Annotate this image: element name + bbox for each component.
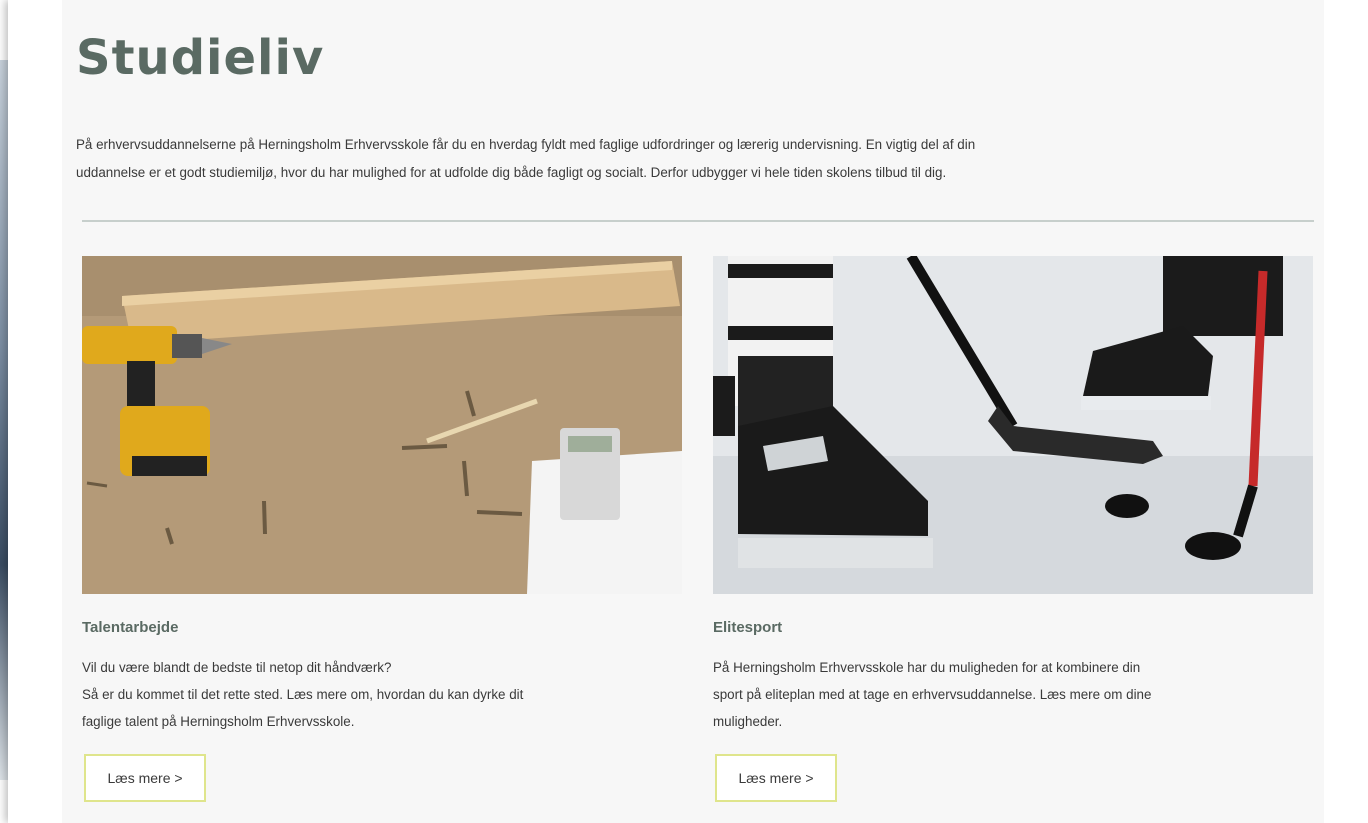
card-text-line: Så er du kommet til det rette sted. Læs … bbox=[82, 687, 524, 702]
card-description: Vil du være blandt de bedste til netop d… bbox=[82, 654, 682, 735]
intro-line: uddannelse er et godt studiemiljø, hvor … bbox=[76, 165, 947, 180]
read-more-button[interactable]: Læs mere > bbox=[715, 754, 837, 802]
card-talentarbejde: Talentarbejde Vil du være blandt de beds… bbox=[82, 256, 682, 802]
ice-hockey-photo[interactable] bbox=[713, 256, 1313, 594]
read-more-button[interactable]: Læs mere > bbox=[84, 754, 206, 802]
card-text-line: sport på eliteplan med at tage en erhver… bbox=[713, 687, 1152, 702]
card-title[interactable]: Talentarbejde bbox=[82, 619, 178, 636]
divider bbox=[82, 220, 1314, 222]
workshop-image bbox=[82, 256, 682, 594]
card-text-line: Vil du være blandt de bedste til netop d… bbox=[82, 660, 392, 675]
card-elitesport: Elitesport På Herningsholm Erhvervsskole… bbox=[713, 256, 1313, 802]
intro-line: På erhvervsuddannelserne på Herningsholm… bbox=[76, 137, 976, 152]
card-text-line: muligheder. bbox=[713, 714, 783, 729]
card-text-line: faglige talent på Herningsholm Erhvervss… bbox=[82, 714, 355, 729]
card-text-line: På Herningsholm Erhvervsskole har du mul… bbox=[713, 660, 1141, 675]
card-description: På Herningsholm Erhvervsskole har du mul… bbox=[713, 654, 1313, 735]
intro-paragraph: På erhvervsuddannelserne på Herningsholm… bbox=[76, 131, 1306, 187]
workshop-photo[interactable] bbox=[82, 256, 682, 594]
page-title: Studieliv bbox=[76, 30, 325, 86]
card-title[interactable]: Elitesport bbox=[713, 619, 782, 636]
ice-hockey-image bbox=[713, 256, 1313, 594]
